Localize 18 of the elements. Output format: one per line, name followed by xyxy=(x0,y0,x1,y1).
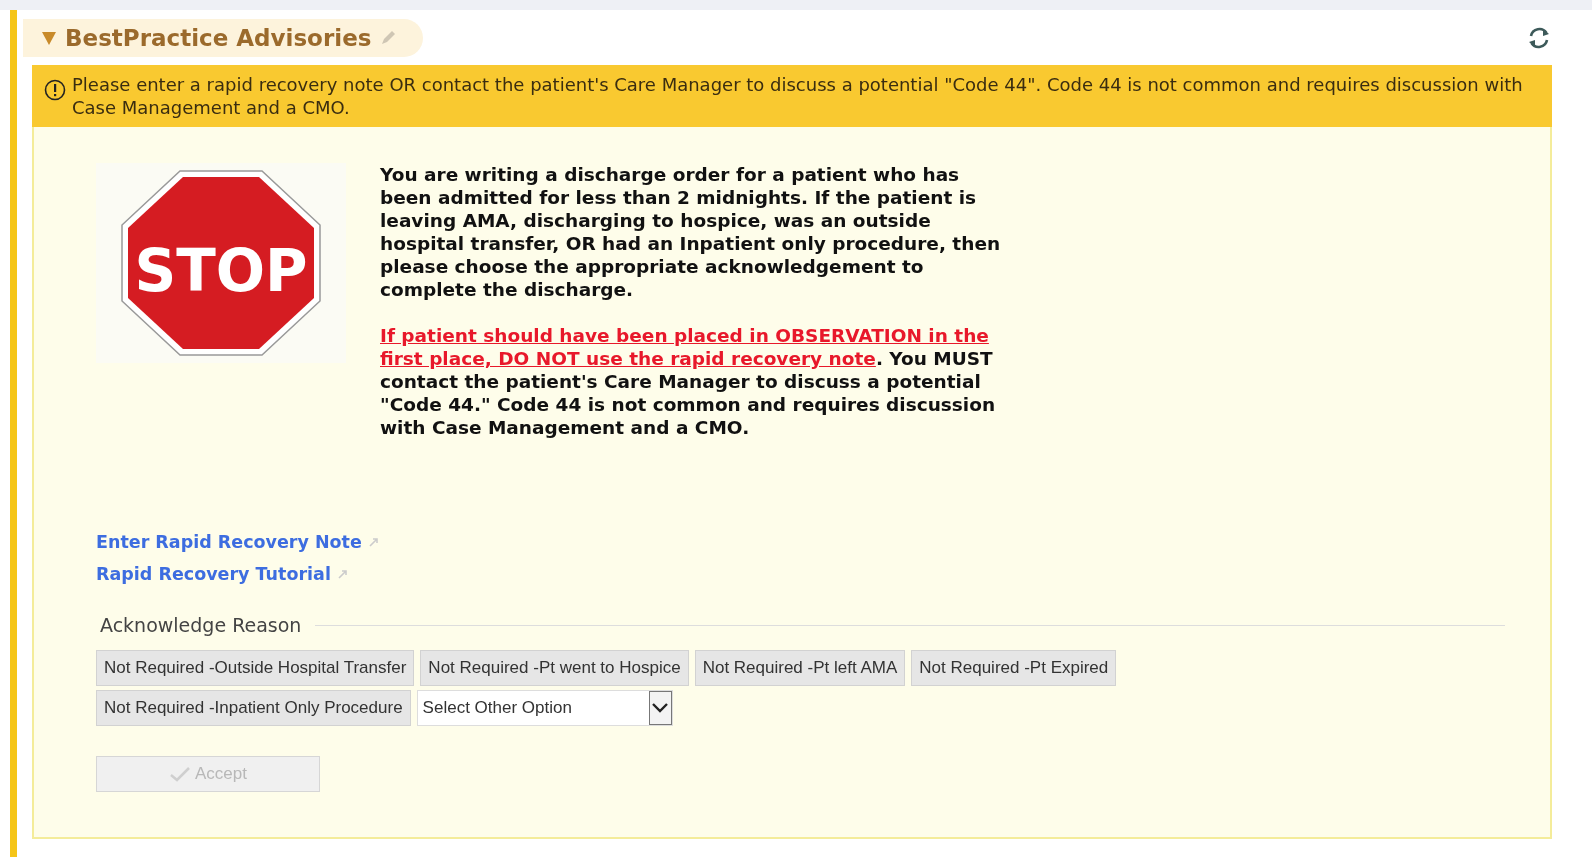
reason-button[interactable]: Not Required -Pt Expired xyxy=(911,650,1117,686)
link[interactable]: Rapid Recovery Tutorial xyxy=(96,564,331,584)
chevron-down-icon[interactable] xyxy=(651,702,670,714)
reason-button[interactable]: Not Required -Pt left AMA xyxy=(694,650,906,686)
alert-icon xyxy=(44,79,66,101)
collapse-triangle-icon[interactable] xyxy=(41,29,57,46)
alert-message: Please enter a rapid recovery note OR contact the patient's Care Manager to discuss a potential "Code 44". Code 44 is not common and requires discussion with Case Management and a CMO. xyxy=(72,73,1524,119)
link[interactable]: Enter Rapid Recovery Note xyxy=(96,532,362,552)
stop-sign-icon: STOP xyxy=(96,163,346,363)
advisory-paragraph: If patient should have been placed in OBSERVATION in the first place, DO NOT use the rapid recovery note. You MUST contact the patient's Care Manager to discuss a potential "Code 44." Code 44 is not common and requires discussion with Case Management and a CMO. xyxy=(380,324,997,439)
external-link-icon xyxy=(336,568,349,580)
reason-button[interactable]: Not Required -Inpatient Only Procedure xyxy=(96,690,411,726)
reason-button[interactable]: Not Required -Outside Hospital Transfer xyxy=(96,650,415,686)
external-link-icon xyxy=(367,536,380,548)
reason-button[interactable]: Not Required -Pt went to Hospice xyxy=(420,650,689,686)
check-icon xyxy=(169,766,191,782)
group-legend: Acknowledge Reason xyxy=(100,614,302,636)
advisory-paragraph: You are writing a discharge order for a patient who has been admitted for less than 2 midnights. If the patient is leaving AMA, discharging to hospice, was an outside hospital transfer, OR had an Inpatient only procedure, then please choose the appropriate acknowledgement to complete the discharge. xyxy=(380,163,1002,301)
